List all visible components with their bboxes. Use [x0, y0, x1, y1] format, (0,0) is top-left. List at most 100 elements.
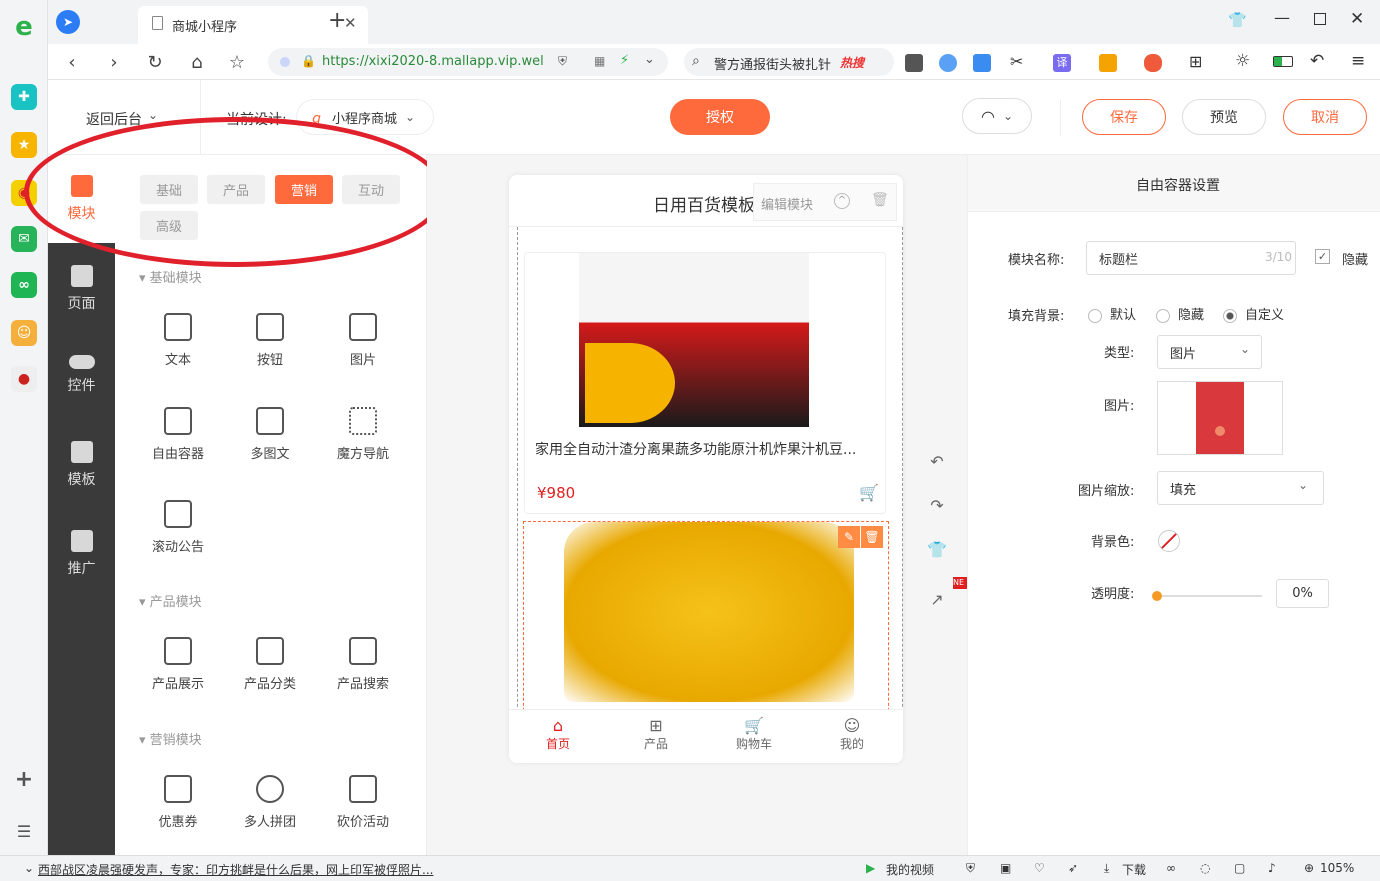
- download-icon[interactable]: ⤓: [1104, 861, 1109, 876]
- refresh-icon[interactable]: ↻: [143, 50, 167, 74]
- shield-icon[interactable]: ⛨: [966, 861, 975, 876]
- maximize-icon[interactable]: [1314, 13, 1326, 25]
- opacity-slider-track[interactable]: [1158, 595, 1262, 597]
- nav-item-controls[interactable]: 控件: [48, 355, 115, 395]
- nav-item-pages[interactable]: 页面: [48, 265, 115, 313]
- delete-icon[interactable]: 🗑: [871, 192, 889, 208]
- mail-icon[interactable]: ✉: [11, 226, 37, 252]
- globe-icon[interactable]: ◌: [1200, 861, 1210, 875]
- module-scroll-notice[interactable]: 滚动公告: [138, 500, 218, 555]
- shirt-icon[interactable]: 👕: [927, 539, 947, 559]
- opacity-slider-handle[interactable]: [1152, 591, 1162, 601]
- undo-icon[interactable]: ↶: [1310, 51, 1324, 71]
- app-plus-icon[interactable]: ✚: [11, 84, 37, 110]
- module-group-buy[interactable]: 多人拼团: [230, 775, 310, 830]
- link-icon[interactable]: ∞: [1166, 861, 1176, 875]
- opacity-value-field[interactable]: 0%: [1276, 579, 1329, 608]
- fill-default-radio[interactable]: 默认: [1088, 304, 1136, 323]
- module-text[interactable]: 文本: [138, 313, 218, 368]
- chevron-down-icon[interactable]: ⌄: [24, 861, 34, 875]
- qr-code-icon[interactable]: ▦: [594, 54, 605, 68]
- save-button[interactable]: 保存: [1082, 99, 1166, 135]
- undo-icon[interactable]: ↶: [927, 451, 947, 471]
- scissors-icon[interactable]: ✂: [1010, 52, 1023, 71]
- browser-search-box[interactable]: ⌕ 警方通报街头被扎针 热搜: [684, 48, 894, 76]
- module-multi-image-text[interactable]: 多图文: [230, 407, 310, 462]
- nav-item-templates[interactable]: 模板: [48, 441, 115, 489]
- forward-icon[interactable]: ›: [102, 50, 126, 74]
- share-icon[interactable]: ↗: [927, 589, 947, 609]
- url-field[interactable]: 🔒 https://xixi2020-8.mallapp.vip.wel ⛨ ▦…: [268, 48, 668, 76]
- translate-icon[interactable]: 译: [1053, 54, 1071, 72]
- browser-nav-icon[interactable]: ➤: [56, 10, 80, 34]
- redo-icon[interactable]: ↷: [927, 495, 947, 515]
- image-scale-select[interactable]: 填充 ⌄: [1157, 471, 1324, 505]
- bookmark-star-icon[interactable]: ☆: [225, 50, 249, 74]
- skin-icon[interactable]: 👕: [1228, 11, 1247, 29]
- translate-circle-icon[interactable]: [939, 54, 957, 72]
- preview-button[interactable]: 预览: [1182, 99, 1266, 135]
- edit-module-button[interactable]: 编辑模块: [761, 194, 813, 213]
- edit-pencil-icon[interactable]: ✎: [838, 526, 860, 548]
- tab-home[interactable]: ⌂ 首页: [535, 716, 581, 752]
- authorize-button[interactable]: 授权: [670, 99, 770, 135]
- gamepad-icon[interactable]: [1144, 54, 1162, 72]
- zoom-icon[interactable]: ⊕: [1304, 861, 1314, 875]
- minimize-icon[interactable]: —: [1274, 8, 1290, 27]
- volume-icon[interactable]: ♪: [1268, 861, 1276, 875]
- cancel-button[interactable]: 取消: [1283, 99, 1367, 135]
- security-shield-icon[interactable]: ⛨: [558, 54, 567, 69]
- triangle-app-icon[interactable]: [973, 54, 991, 72]
- shield-icon[interactable]: [1099, 54, 1117, 72]
- section-basic-modules[interactable]: ▾ 基础模块: [139, 267, 202, 286]
- add-app-icon[interactable]: +: [11, 766, 37, 792]
- lightning-icon[interactable]: ⚡: [620, 53, 629, 68]
- no-color-swatch-icon[interactable]: [1158, 530, 1180, 552]
- menu-list-icon[interactable]: ☰: [11, 818, 37, 844]
- module-product-display[interactable]: 产品展示: [138, 637, 218, 692]
- module-bargain[interactable]: 砍价活动: [323, 775, 403, 830]
- link-app-icon[interactable]: ∞: [11, 272, 37, 298]
- reader-icon[interactable]: [905, 54, 923, 72]
- close-window-icon[interactable]: ✕: [1350, 9, 1364, 29]
- collapse-up-icon[interactable]: ^: [834, 193, 850, 209]
- brightness-icon[interactable]: ☼: [1235, 51, 1250, 71]
- chevron-down-icon[interactable]: ⌄: [644, 52, 655, 67]
- module-image[interactable]: 图片: [323, 313, 403, 368]
- module-name-input[interactable]: 标题栏 3/10: [1086, 241, 1296, 275]
- fill-hide-radio[interactable]: 隐藏: [1156, 304, 1204, 323]
- panda-app-icon[interactable]: ●: [11, 366, 37, 392]
- delete-icon[interactable]: 🗑: [861, 526, 883, 548]
- module-button[interactable]: 按钮: [230, 313, 310, 368]
- module-product-search[interactable]: 产品搜索: [323, 637, 403, 692]
- tab-mine[interactable]: ☺ 我的: [829, 716, 875, 752]
- window-icon[interactable]: ▢: [1234, 861, 1245, 875]
- type-select[interactable]: 图片 ⌄: [1157, 335, 1262, 369]
- support-button[interactable]: ◠ ⌄: [962, 98, 1032, 134]
- browser-logo-icon[interactable]: e: [11, 12, 37, 42]
- image-picker[interactable]: [1157, 381, 1283, 455]
- module-cube-nav[interactable]: 魔方导航: [323, 407, 403, 462]
- module-product-category[interactable]: 产品分类: [230, 637, 310, 692]
- favorites-star-icon[interactable]: ★: [11, 132, 37, 158]
- selected-module-outline[interactable]: ✎ 🗑: [523, 521, 889, 721]
- module-free-container[interactable]: 自由容器: [138, 407, 218, 462]
- image-icon[interactable]: ▣: [1000, 861, 1011, 875]
- rocket-icon[interactable]: ➶: [1068, 861, 1078, 875]
- module-coupon[interactable]: 优惠券: [138, 775, 218, 830]
- tab-products[interactable]: ⊞ 产品: [633, 716, 679, 752]
- hide-checkbox[interactable]: ✓: [1315, 249, 1330, 264]
- news-ticker[interactable]: 西部战区凌晨强硬发声，专家：印方挑衅是什么后果，网上印军被俘照片...: [38, 861, 433, 878]
- fill-custom-radio[interactable]: 自定义: [1223, 304, 1284, 323]
- tab-cart[interactable]: 🛒 购物车: [731, 716, 777, 752]
- new-tab-icon[interactable]: +: [328, 8, 346, 33]
- video-play-icon[interactable]: ▶: [866, 861, 875, 875]
- download-link[interactable]: 下载: [1122, 861, 1146, 878]
- section-marketing-modules[interactable]: ▾ 营销模块: [139, 729, 202, 748]
- my-video-link[interactable]: 我的视频: [886, 861, 934, 878]
- cart-add-icon[interactable]: 🛒: [859, 483, 879, 502]
- zoom-level[interactable]: 105%: [1320, 861, 1354, 875]
- nav-item-promotion[interactable]: 推广: [48, 530, 115, 578]
- game-app-icon[interactable]: ☺: [11, 320, 37, 346]
- product-card[interactable]: 家用全自动汁渣分离果蔬多功能原汁机炸果汁机豆... ¥980 🛒: [524, 252, 886, 514]
